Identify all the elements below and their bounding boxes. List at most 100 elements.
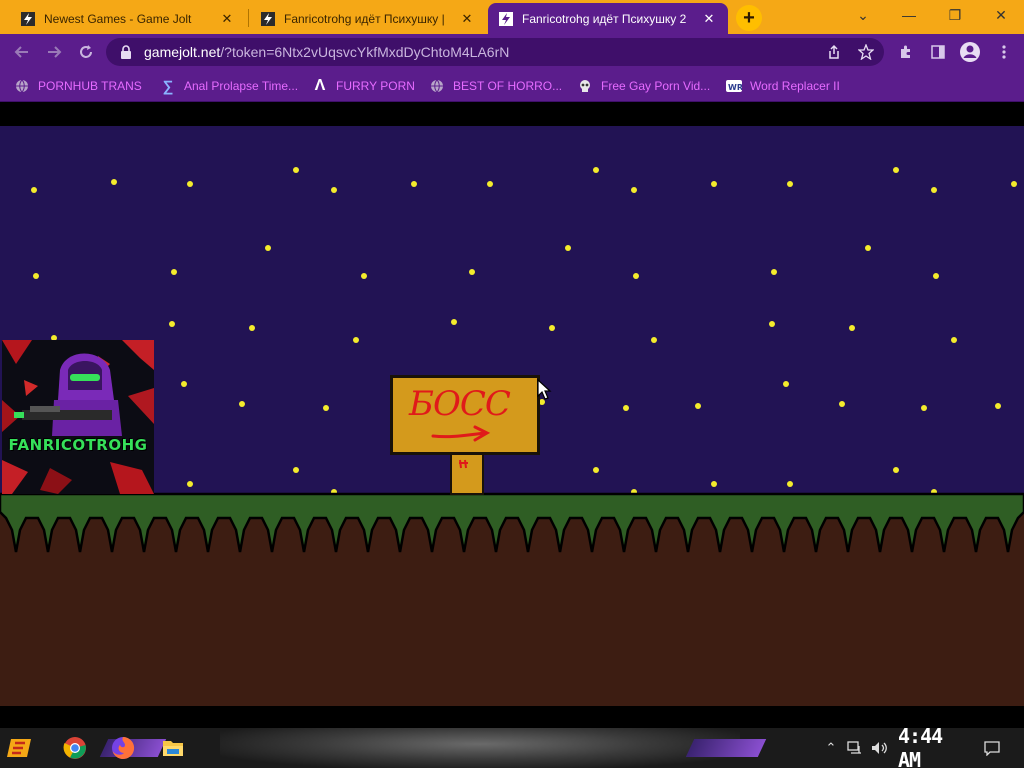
tab-search-icon[interactable]: ⌄	[840, 3, 886, 27]
bookmark-label: PORNHUB TRANS	[38, 79, 142, 93]
taskbar-wallpaper	[220, 728, 740, 768]
close-tab-icon[interactable]: ✕	[700, 10, 718, 28]
star	[293, 467, 299, 473]
star	[711, 181, 717, 187]
notifications-icon[interactable]	[982, 738, 1002, 758]
profile-icon[interactable]	[956, 38, 984, 66]
show-hidden-icons-icon[interactable]: ⌃	[824, 738, 838, 758]
taskbar-accent	[685, 739, 767, 757]
close-tab-icon[interactable]: ✕	[218, 10, 236, 28]
star	[711, 481, 717, 487]
browser-toolbar: gamejolt.net/?token=6Ntx2vUqsvcYkfMxdDyC…	[0, 34, 1024, 70]
star	[169, 321, 175, 327]
star	[187, 481, 193, 487]
star	[565, 245, 571, 251]
star	[995, 403, 1001, 409]
star	[865, 245, 871, 251]
game-canvas[interactable]: FANRICOTROHG БОСС	[0, 126, 1024, 706]
close-tab-icon[interactable]: ✕	[458, 10, 476, 28]
tab-newest-games[interactable]: Newest Games - Game Jolt ✕	[10, 3, 246, 34]
lock-icon[interactable]	[120, 45, 134, 59]
star	[239, 401, 245, 407]
star	[181, 381, 187, 387]
bookmark-label: FURRY PORN	[336, 79, 415, 93]
close-window-button[interactable]: ✕	[978, 3, 1024, 27]
wr-icon: WR	[726, 78, 742, 94]
bookmark-label: Word Replacer II	[750, 79, 840, 93]
star	[839, 401, 845, 407]
file-explorer-icon[interactable]	[158, 733, 188, 763]
star	[111, 179, 117, 185]
star	[249, 325, 255, 331]
star	[323, 405, 329, 411]
extensions-icon[interactable]	[892, 38, 920, 66]
new-tab-button[interactable]: +	[736, 5, 762, 31]
share-icon[interactable]	[820, 38, 848, 66]
star	[33, 273, 39, 279]
star	[593, 167, 599, 173]
svg-text:WR: WR	[728, 83, 742, 92]
star	[1011, 181, 1017, 187]
star	[783, 381, 789, 387]
bookmark-star-icon[interactable]	[852, 38, 880, 66]
star	[951, 337, 957, 343]
minimize-button[interactable]: —	[886, 3, 932, 27]
tab-fanricotrohg-1[interactable]: Fanricotrohg идёт Психушку | ✕	[250, 3, 486, 34]
restore-button[interactable]: ❐	[932, 3, 978, 27]
star	[171, 269, 177, 275]
taskbar-clock[interactable]: 4:44 AM	[898, 728, 968, 768]
star	[353, 337, 359, 343]
star	[651, 337, 657, 343]
tab-title: Fanricotrohg идёт Психушку 2	[522, 11, 687, 26]
bookmark-item[interactable]: Λ FURRY PORN	[312, 76, 415, 96]
network-icon[interactable]	[846, 738, 864, 758]
side-panel-icon[interactable]	[924, 38, 952, 66]
gamejolt-icon	[20, 11, 36, 27]
address-bar[interactable]: gamejolt.net/?token=6Ntx2vUqsvcYkfMxdDyC…	[106, 38, 884, 66]
sign-mark	[459, 459, 468, 469]
bookmark-item[interactable]: WR Word Replacer II	[726, 76, 840, 96]
avatar-name-label: FANRICOTROHG	[8, 436, 148, 454]
star	[361, 273, 367, 279]
start-icon[interactable]	[6, 733, 36, 763]
bookmark-item[interactable]: PORNHUB TRANS	[14, 76, 142, 96]
star	[549, 325, 555, 331]
star	[293, 167, 299, 173]
tab-title: Fanricotrohg идёт Психушку |	[284, 11, 445, 26]
firefox-icon[interactable]	[108, 733, 138, 763]
tab-divider	[248, 9, 249, 27]
gamejolt-icon	[498, 11, 514, 27]
bookmark-item[interactable]: BEST OF HORRO...	[429, 76, 562, 96]
sign-post	[450, 455, 484, 495]
volume-icon[interactable]	[870, 738, 890, 758]
globe-icon	[429, 78, 445, 94]
boss-sign: БОСС	[390, 375, 540, 455]
arrow-right-icon	[431, 425, 491, 442]
bookmark-item[interactable]: Free Gay Porn Vid...	[577, 76, 710, 96]
chrome-icon[interactable]	[60, 733, 90, 763]
star	[893, 167, 899, 173]
bookmark-item[interactable]: ∑ Anal Prolapse Time...	[160, 76, 298, 96]
reload-icon[interactable]	[72, 38, 100, 66]
taskbar: ⌃ 4:44 AM	[0, 728, 1024, 768]
star	[623, 405, 629, 411]
star	[893, 467, 899, 473]
gamejolt-icon	[260, 11, 276, 27]
bookmark-label: Anal Prolapse Time...	[184, 79, 299, 93]
url-path: /?token=6Ntx2vUqsvcYkfMxdDyChtoM4LA6rN	[220, 44, 510, 60]
menu-icon[interactable]	[990, 38, 1018, 66]
star	[469, 269, 475, 275]
star	[769, 321, 775, 327]
bookmark-label: BEST OF HORRO...	[453, 79, 563, 93]
star	[695, 403, 701, 409]
star	[411, 181, 417, 187]
bookmark-label: Free Gay Porn Vid...	[601, 79, 711, 93]
url-host: gamejolt.net	[144, 44, 221, 60]
tab-fanricotrohg-2[interactable]: Fanricotrohg идёт Психушку 2 ✕	[488, 3, 728, 34]
bookmarks-bar: PORNHUB TRANS ∑ Anal Prolapse Time... Λ …	[0, 70, 1024, 102]
forward-icon[interactable]	[40, 38, 68, 66]
grass-strip	[0, 492, 1024, 553]
star	[631, 187, 637, 193]
back-icon[interactable]	[8, 38, 36, 66]
star	[265, 245, 271, 251]
